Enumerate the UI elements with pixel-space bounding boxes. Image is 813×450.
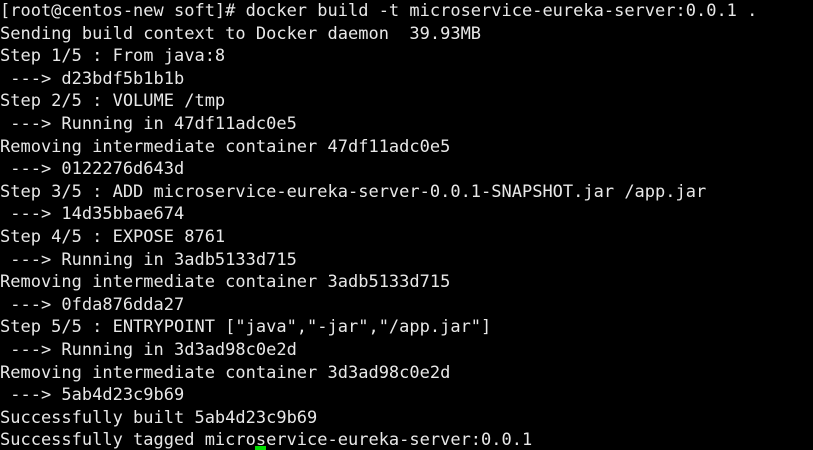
terminal-line-step-1-result: ---> d23bdf5b1b1b [0,68,185,89]
terminal-line-step-4: Step 4/5 : EXPOSE 8761 [0,226,226,247]
terminal-line-step-3: Step 3/5 : ADD microservice-eureka-serve… [0,181,707,202]
terminal-line-step-5: Step 5/5 : ENTRYPOINT ["java","-jar","/a… [0,317,492,338]
terminal-line-step-5-result: ---> 5ab4d23c9b69 [0,385,185,406]
terminal-line-step-2-removing: Removing intermediate container 47df11ad… [0,136,451,157]
terminal-line-step-5-running: ---> Running in 3d3ad98c0e2d [0,339,297,360]
terminal-line-step-4-result: ---> 0fda876dda27 [0,294,185,315]
terminal-line-step-1: Step 1/5 : From java:8 [0,46,226,67]
terminal-line-build-context: Sending build context to Docker daemon 3… [0,23,482,44]
terminal-line-step-3-result: ---> 14d35bbae674 [0,204,185,225]
terminal-window[interactable]: [root@centos-new soft]# docker build -t … [0,0,813,450]
terminal-line-step-2-result: ---> 0122276d643d [0,159,185,180]
terminal-output: [root@centos-new soft]# docker build -t … [0,0,757,450]
terminal-line-step-4-removing: Removing intermediate container 3adb5133… [0,272,451,293]
terminal-line-step-2-running: ---> Running in 47df11adc0e5 [0,113,297,134]
terminal-line-step-4-running: ---> Running in 3adb5133d715 [0,249,297,270]
terminal-line-step-5-removing: Removing intermediate container 3d3ad98c… [0,362,451,383]
terminal-line-success-built: Successfully built 5ab4d23c9b69 [0,407,318,428]
terminal-line-step-2: Step 2/5 : VOLUME /tmp [0,91,226,112]
terminal-cursor [255,446,266,450]
terminal-line-prompt-command: [root@centos-new soft]# docker build -t … [0,1,758,21]
terminal-line-success-tagged: Successfully tagged microservice-eureka-… [0,430,533,450]
